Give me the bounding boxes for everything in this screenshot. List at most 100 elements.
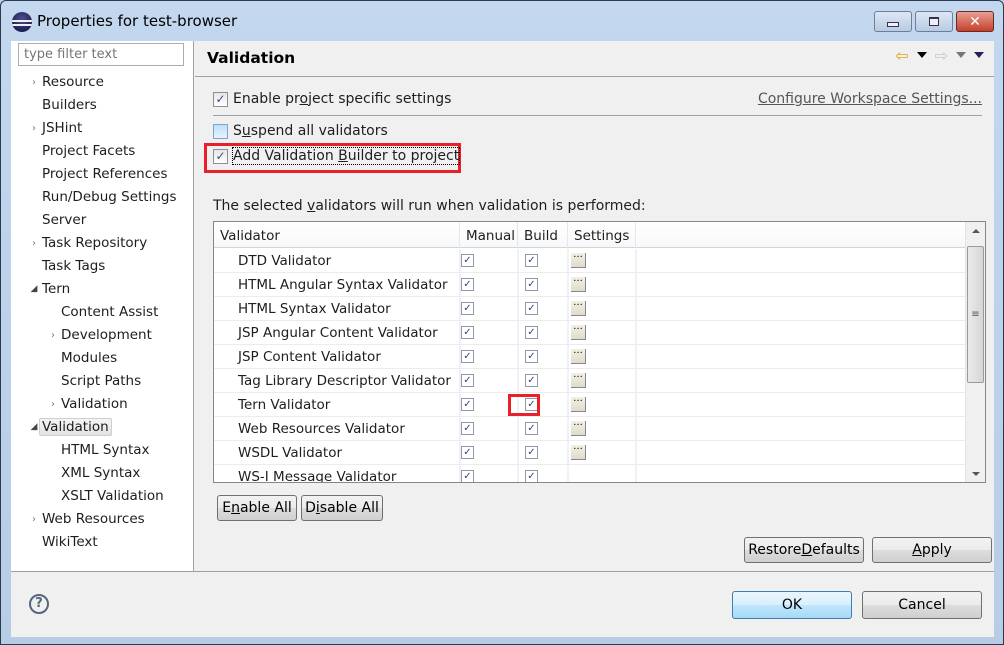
tree-item-script-paths[interactable]: Script Paths bbox=[61, 371, 141, 392]
column-header-manual[interactable]: Manual bbox=[460, 222, 518, 248]
tree-item-wikitext[interactable]: WikiText bbox=[42, 532, 98, 553]
table-row[interactable]: JSP Angular Content Validator ✓ ✓ ··· bbox=[214, 321, 966, 345]
enable-project-settings-checkbox[interactable]: ✓ Enable project specific settings bbox=[213, 91, 451, 107]
table-row[interactable]: WSDL Validator ✓ ✓ ··· bbox=[214, 441, 966, 465]
column-header-validator[interactable]: Validator bbox=[214, 222, 460, 248]
tree-item-content-assist[interactable]: Content Assist bbox=[61, 302, 158, 323]
tree-collapsed-icon[interactable]: › bbox=[48, 394, 58, 415]
restore-defaults-button[interactable]: Restore Defaults bbox=[744, 537, 864, 563]
tree-collapsed-icon[interactable]: › bbox=[29, 118, 39, 139]
build-checkbox[interactable]: ✓ bbox=[525, 302, 538, 315]
validator-settings-button[interactable]: ··· bbox=[571, 397, 586, 412]
manual-checkbox[interactable]: ✓ bbox=[461, 326, 474, 339]
build-checkbox[interactable]: ✓ bbox=[525, 470, 538, 482]
validator-settings-button[interactable]: ··· bbox=[571, 301, 586, 316]
table-row[interactable]: Tag Library Descriptor Validator ✓ ✓ ··· bbox=[214, 369, 966, 393]
tree-item-project-references[interactable]: Project References bbox=[42, 164, 168, 185]
manual-checkbox[interactable]: ✓ bbox=[461, 374, 474, 387]
validator-name: JSP Content Validator bbox=[238, 349, 381, 365]
table-row[interactable]: Web Resources Validator ✓ ✓ ··· bbox=[214, 417, 966, 441]
scroll-down-button[interactable] bbox=[966, 465, 985, 482]
manual-checkbox[interactable]: ✓ bbox=[461, 470, 474, 482]
table-row[interactable]: Tern Validator ✓ ✓ ··· bbox=[214, 393, 966, 417]
tree-expanded-icon[interactable]: ◢ bbox=[29, 279, 39, 300]
cancel-button[interactable]: Cancel bbox=[862, 591, 982, 619]
tree-item-resource[interactable]: › Resource bbox=[32, 72, 104, 93]
build-checkbox[interactable]: ✓ bbox=[525, 350, 538, 363]
disable-all-button[interactable]: Di sable All bbox=[301, 495, 383, 521]
tree-collapsed-icon[interactable]: › bbox=[29, 233, 39, 254]
tree-item-html-syntax[interactable]: HTML Syntax bbox=[61, 440, 150, 461]
build-checkbox[interactable]: ✓ bbox=[525, 326, 538, 339]
validator-settings-button[interactable]: ··· bbox=[571, 277, 586, 292]
tree-item-label: Script Paths bbox=[61, 373, 142, 389]
tree-collapsed-icon[interactable]: › bbox=[29, 509, 39, 530]
tree-item-modules[interactable]: Modules bbox=[61, 348, 117, 369]
build-checkbox[interactable]: ✓ bbox=[525, 374, 538, 387]
validator-settings-button[interactable]: ··· bbox=[571, 325, 586, 340]
tree-item-label: Resource bbox=[42, 74, 104, 90]
help-icon[interactable]: ? bbox=[29, 594, 49, 614]
enable-all-button[interactable]: En able All bbox=[217, 495, 297, 521]
validator-settings-button[interactable]: ··· bbox=[571, 373, 586, 388]
tree-item-run-debug-settings[interactable]: Run/Debug Settings bbox=[42, 187, 177, 208]
tree-collapsed-icon[interactable]: › bbox=[48, 325, 58, 346]
suspend-all-validators-checkbox[interactable]: Suspend all validators bbox=[213, 123, 388, 139]
tree-item-development[interactable]: › Development bbox=[51, 325, 152, 346]
manual-checkbox[interactable]: ✓ bbox=[461, 302, 474, 315]
minimize-button[interactable] bbox=[874, 11, 912, 32]
column-header-settings[interactable]: Settings bbox=[568, 222, 636, 248]
scroll-thumb[interactable]: ≡ bbox=[967, 246, 984, 383]
validator-settings-button[interactable]: ··· bbox=[571, 445, 586, 460]
scroll-up-button[interactable] bbox=[966, 222, 985, 239]
column-header-build[interactable]: Build bbox=[518, 222, 568, 248]
manual-checkbox[interactable]: ✓ bbox=[461, 254, 474, 267]
build-checkbox[interactable]: ✓ bbox=[525, 446, 538, 459]
tree-item-jshint[interactable]: › JSHint bbox=[32, 118, 82, 139]
validator-settings-button[interactable]: ··· bbox=[571, 421, 586, 436]
tree-expanded-icon[interactable]: ◢ bbox=[29, 417, 39, 438]
add-validation-builder-checkbox[interactable]: ✓ Add Validation Builder to project bbox=[213, 147, 461, 165]
tree-item-validation[interactable]: ◢ Validation bbox=[31, 417, 112, 438]
tree-item-builders[interactable]: Builders bbox=[42, 95, 97, 116]
manual-checkbox[interactable]: ✓ bbox=[461, 422, 474, 435]
table-row[interactable]: JSP Content Validator ✓ ✓ ··· bbox=[214, 345, 966, 369]
tree-item-project-facets[interactable]: Project Facets bbox=[42, 141, 135, 162]
table-vertical-scrollbar[interactable]: ≡ bbox=[965, 222, 985, 482]
manual-checkbox[interactable]: ✓ bbox=[461, 398, 474, 411]
maximize-button[interactable] bbox=[915, 11, 953, 32]
table-row[interactable]: WS-I Message Validator ✓ ✓ bbox=[214, 465, 966, 482]
tree-item-server[interactable]: Server bbox=[42, 210, 86, 231]
tree-item-task-repository[interactable]: › Task Repository bbox=[32, 233, 147, 254]
table-row[interactable]: HTML Angular Syntax Validator ✓ ✓ ··· bbox=[214, 273, 966, 297]
tree-item-tern[interactable]: ◢ Tern bbox=[31, 279, 71, 300]
manual-checkbox[interactable]: ✓ bbox=[461, 278, 474, 291]
build-checkbox[interactable]: ✓ bbox=[525, 254, 538, 267]
configure-workspace-settings-link[interactable]: Configure Workspace Settings... bbox=[758, 91, 982, 107]
tree-item-xslt-validation[interactable]: XSLT Validation bbox=[61, 486, 164, 507]
properties-dialog: Properties for test-browser ✕ ›ResourceB… bbox=[0, 0, 1004, 645]
table-row[interactable]: DTD Validator ✓ ✓ ··· bbox=[214, 249, 966, 273]
manual-checkbox[interactable]: ✓ bbox=[461, 446, 474, 459]
build-checkbox[interactable]: ✓ bbox=[525, 422, 538, 435]
forward-dropdown-icon[interactable] bbox=[956, 52, 966, 58]
tree-item-label: Task Tags bbox=[42, 258, 106, 274]
forward-arrow-icon[interactable]: ⇨ bbox=[935, 46, 948, 65]
validator-settings-button[interactable]: ··· bbox=[571, 253, 586, 268]
filter-input[interactable] bbox=[18, 43, 184, 66]
view-menu-icon[interactable] bbox=[974, 52, 984, 58]
apply-button[interactable]: Apply bbox=[872, 537, 992, 563]
tree-item-web-resources[interactable]: › Web Resources bbox=[32, 509, 145, 530]
validator-settings-button[interactable]: ··· bbox=[571, 349, 586, 364]
tree-item-xml-syntax[interactable]: XML Syntax bbox=[61, 463, 140, 484]
build-checkbox[interactable]: ✓ bbox=[525, 278, 538, 291]
table-row[interactable]: HTML Syntax Validator ✓ ✓ ··· bbox=[214, 297, 966, 321]
manual-checkbox[interactable]: ✓ bbox=[461, 350, 474, 363]
tree-item-validation[interactable]: › Validation bbox=[51, 394, 128, 415]
ok-button[interactable]: OK bbox=[732, 591, 852, 619]
close-button[interactable]: ✕ bbox=[956, 11, 994, 32]
tree-item-task-tags[interactable]: Task Tags bbox=[42, 256, 105, 277]
tree-collapsed-icon[interactable]: › bbox=[29, 72, 39, 93]
back-arrow-icon[interactable]: ⇦ bbox=[895, 46, 908, 65]
back-dropdown-icon[interactable] bbox=[916, 52, 927, 58]
